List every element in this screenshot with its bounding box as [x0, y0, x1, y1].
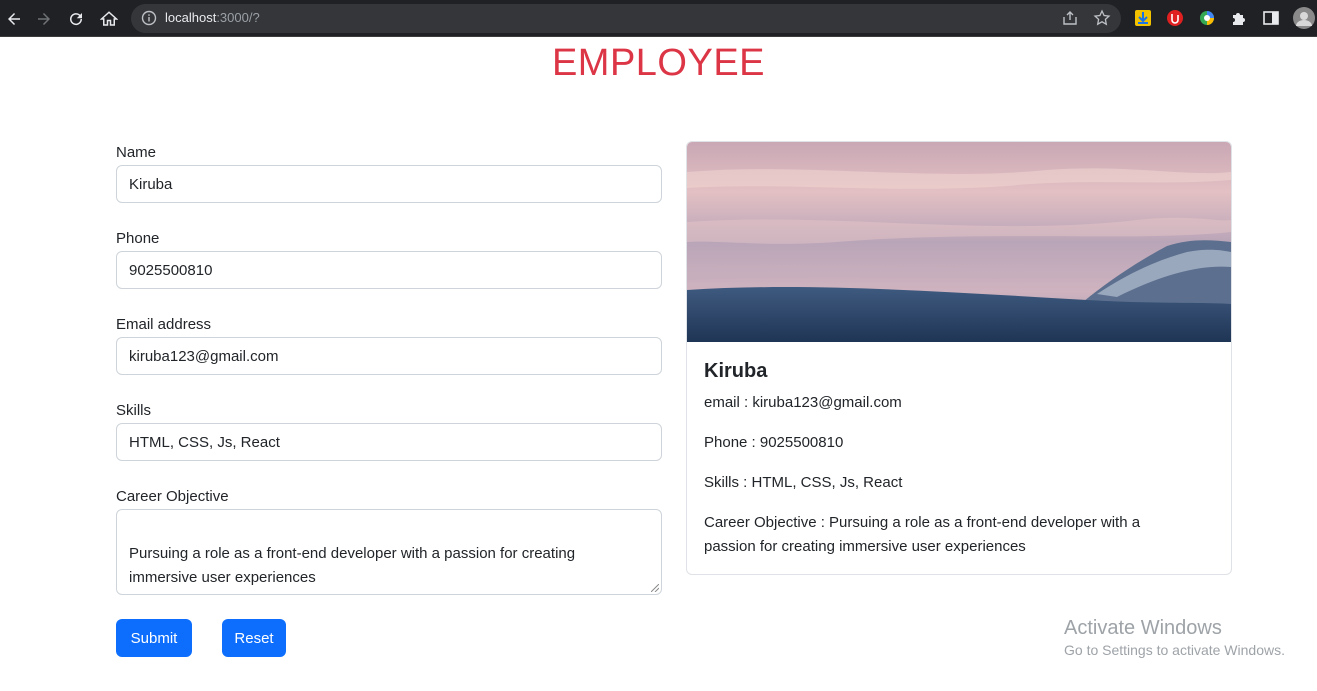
phone-input[interactable]: 9025500810	[116, 251, 662, 289]
back-icon[interactable]	[3, 8, 25, 30]
page-title: EMPLOYEE	[551, 42, 766, 84]
card-objective-line-2: passion for creating immersive user expe…	[704, 538, 1026, 555]
forward-icon[interactable]	[33, 8, 55, 30]
info-icon[interactable]	[141, 10, 157, 26]
sidepanel-icon[interactable]	[1262, 9, 1280, 27]
profile-avatar[interactable]	[1293, 7, 1315, 29]
card-skills: Skills : HTML, CSS, Js, React	[704, 474, 903, 491]
objective-line-1: Pursuing a role as a front-end developer…	[129, 545, 576, 562]
objective-line-2: immersive user experiences	[129, 569, 316, 586]
name-input[interactable]: Kiruba	[116, 165, 662, 203]
extension-download-icon[interactable]	[1134, 9, 1152, 27]
resize-grip-icon[interactable]	[651, 584, 659, 592]
extension-shield-icon[interactable]	[1166, 9, 1184, 27]
activate-windows-title: Activate Windows	[1064, 617, 1222, 639]
card-phone: Phone : 9025500810	[704, 434, 844, 451]
skills-label: Skills	[116, 402, 152, 419]
address-bar[interactable]: localhost:3000/?	[131, 4, 1121, 33]
card-objective-line-1: Career Objective : Pursuing a role as a …	[704, 514, 1141, 531]
reset-button[interactable]: Reset	[222, 619, 286, 657]
browser-toolbar: localhost:3000/?	[0, 0, 1317, 37]
reload-icon[interactable]	[65, 8, 87, 30]
skills-input[interactable]: HTML, CSS, Js, React	[116, 423, 662, 461]
phone-label: Phone	[116, 230, 160, 247]
email-label: Email address	[116, 316, 212, 333]
star-icon[interactable]	[1093, 9, 1111, 27]
puzzle-icon[interactable]	[1230, 9, 1248, 27]
name-label: Name	[116, 144, 157, 161]
extension-color-icon[interactable]	[1198, 9, 1216, 27]
url-text[interactable]: localhost:3000/?	[165, 10, 260, 25]
card-landscape-image	[687, 142, 1231, 342]
share-icon[interactable]	[1061, 9, 1079, 27]
activate-windows-subtitle: Go to Settings to activate Windows.	[1064, 642, 1285, 658]
card-name: Kiruba	[704, 360, 768, 382]
employee-card: Kiruba email : kiruba123@gmail.com Phone…	[686, 141, 1232, 575]
career-objective-textarea[interactable]: Pursuing a role as a front-end developer…	[116, 509, 662, 595]
home-icon[interactable]	[98, 8, 120, 30]
career-objective-label: Career Objective	[116, 488, 229, 505]
submit-button[interactable]: Submit	[116, 619, 192, 657]
card-email: email : kiruba123@gmail.com	[704, 394, 902, 411]
email-input[interactable]: kiruba123@gmail.com	[116, 337, 662, 375]
